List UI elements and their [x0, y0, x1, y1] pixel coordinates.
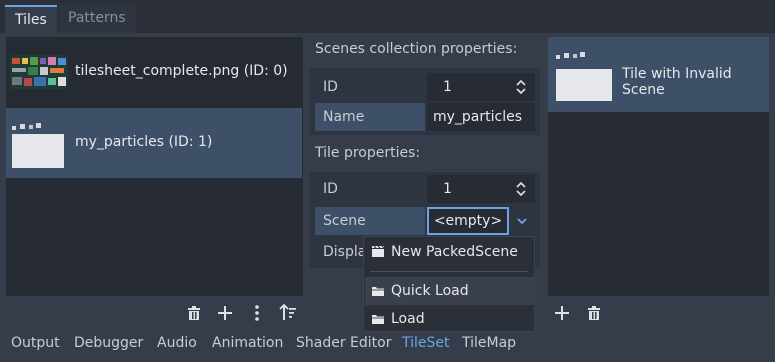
menu-item-quick-load[interactable]: Quick Load: [365, 277, 535, 305]
bottom-tab-shader-editor[interactable]: Shader Editor: [296, 335, 391, 351]
more-options-icon[interactable]: [247, 303, 267, 323]
add-icon[interactable]: [215, 303, 235, 323]
tile-id-spinbox[interactable]: 1: [427, 175, 535, 203]
bottom-tab-tileset[interactable]: TileSet: [402, 335, 450, 351]
tab-tiles[interactable]: Tiles: [5, 5, 57, 33]
clapperboard-icon: [372, 245, 385, 257]
bottom-tab-output[interactable]: Output: [11, 335, 60, 351]
scene-collection-icon: [12, 123, 64, 168]
source-item-label: tilesheet_complete.png (ID: 0): [75, 63, 288, 79]
menu-item-label: Quick Load: [391, 283, 469, 299]
folder-icon: [372, 315, 384, 324]
tile-item-label: Tile with Invalid Scene: [622, 66, 732, 98]
menu-separator: [370, 271, 528, 272]
tab-bar: Tiles Patterns: [0, 0, 775, 33]
scene-label: Scene: [315, 207, 425, 235]
name-label: Name: [315, 103, 425, 131]
source-item-my-particles[interactable]: my_particles (ID: 1): [6, 108, 302, 178]
tile-item[interactable]: Tile with Invalid Scene: [548, 37, 769, 112]
tile-properties-title: Tile properties:: [315, 145, 421, 161]
tab-patterns[interactable]: Patterns: [58, 5, 136, 33]
id-spinbox[interactable]: 1: [427, 73, 535, 101]
menu-item-label: New PackedScene: [391, 244, 518, 260]
name-field[interactable]: my_particles: [427, 103, 535, 131]
menu-item-new-packedscene[interactable]: New PackedScene: [365, 238, 535, 266]
scenes-collection-title: Scenes collection properties:: [315, 41, 518, 57]
id-label: ID: [323, 79, 338, 95]
bottom-tab-tilemap[interactable]: TileMap: [462, 335, 516, 351]
bottom-tab-debugger[interactable]: Debugger: [74, 335, 143, 351]
sort-icon[interactable]: [278, 303, 298, 323]
tile-id-value: 1: [443, 181, 452, 197]
menu-item-load[interactable]: Load: [365, 305, 535, 333]
source-item-label: my_particles (ID: 1): [75, 134, 213, 150]
menu-item-label: Load: [391, 311, 425, 327]
trash-icon[interactable]: [184, 303, 204, 323]
updown-arrows-icon[interactable]: [515, 180, 527, 198]
source-item-tilesheet[interactable]: tilesheet_complete.png (ID: 0): [6, 52, 302, 92]
tile-thumbnail-icon: [556, 52, 612, 101]
tilesheet-thumbnail-icon: [10, 55, 68, 89]
add-tile-icon[interactable]: [552, 303, 572, 323]
folder-icon: [372, 287, 384, 296]
bottom-tab-audio[interactable]: Audio: [157, 335, 197, 351]
delete-tile-icon[interactable]: [584, 303, 604, 323]
tile-id-label: ID: [323, 181, 338, 197]
scene-picker[interactable]: <empty>: [427, 207, 509, 235]
chevron-down-icon[interactable]: [515, 214, 529, 228]
id-value: 1: [443, 79, 452, 95]
scene-context-menu: New PackedScene Quick Load Load: [363, 236, 535, 332]
updown-arrows-icon[interactable]: [515, 78, 527, 96]
bottom-tab-animation[interactable]: Animation: [212, 335, 283, 351]
